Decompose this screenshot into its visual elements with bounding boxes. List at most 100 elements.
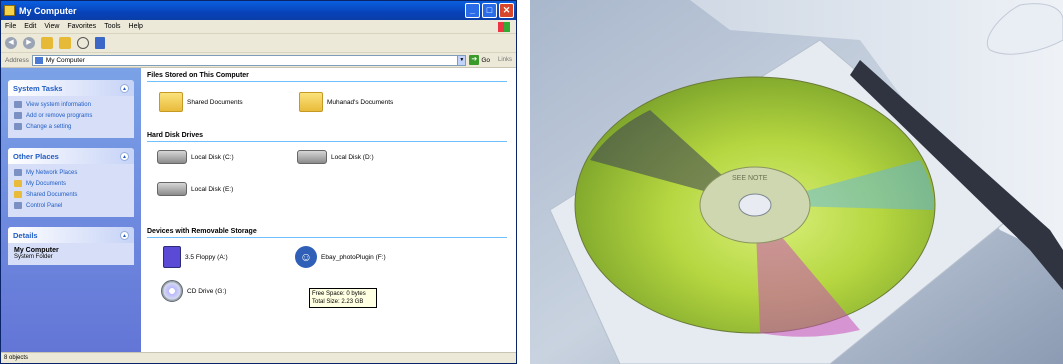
- group-header-removable: Devices with Removable Storage: [147, 228, 507, 238]
- item-label: 3.5 Floppy (A:): [185, 253, 228, 261]
- system-tasks-header[interactable]: System Tasks ▲: [8, 80, 134, 96]
- list-item[interactable]: ☺ Ebay_photoPlugin (F:): [295, 246, 386, 268]
- menu-edit[interactable]: Edit: [24, 23, 36, 30]
- place-label: Control Panel: [26, 202, 63, 209]
- back-icon[interactable]: ◀: [5, 37, 17, 49]
- toolbar: ◀ ▶: [1, 34, 516, 53]
- menu-file[interactable]: File: [5, 23, 16, 30]
- details-name: My Computer: [14, 247, 59, 254]
- group-header-hard-disks: Hard Disk Drives: [147, 132, 507, 142]
- system-tasks-title: System Tasks: [13, 83, 63, 93]
- task-add-remove-programs[interactable]: Add or remove programs: [14, 111, 128, 120]
- network-icon: [14, 169, 22, 176]
- window-title: My Computer: [19, 5, 77, 16]
- place-control-panel[interactable]: Control Panel: [14, 201, 128, 210]
- removable-group: 3.5 Floppy (A:) ☺ Ebay_photoPlugin (F:) …: [147, 244, 511, 324]
- menu-bar: File Edit View Favorites Tools Help: [1, 20, 516, 34]
- windows-logo-icon: [498, 21, 510, 32]
- collapse-icon[interactable]: ▲: [120, 83, 129, 93]
- forward-icon[interactable]: ▶: [23, 37, 35, 49]
- disc-hole: [738, 193, 772, 217]
- place-label: My Documents: [26, 180, 67, 187]
- control-panel-icon: [14, 123, 22, 130]
- list-item[interactable]: Muhanad's Documents: [299, 92, 393, 112]
- place-network[interactable]: My Network Places: [14, 168, 128, 177]
- address-input[interactable]: My Computer ▼: [31, 54, 467, 66]
- address-bar: Address My Computer ▼ ➔ Go Links: [1, 53, 516, 68]
- cd-drive-icon: [161, 280, 183, 302]
- place-label: My Network Places: [26, 169, 78, 176]
- menu-favorites[interactable]: Favorites: [67, 23, 96, 30]
- menu-tools[interactable]: Tools: [104, 23, 120, 30]
- system-tasks-box: System Tasks ▲ View system information A…: [8, 80, 134, 138]
- chevron-down-icon[interactable]: ▼: [457, 55, 466, 65]
- content-pane: Files Stored on This Computer Shared Doc…: [141, 68, 516, 352]
- cd-tray-photo: SEE NOTE: [530, 0, 1063, 364]
- place-my-documents[interactable]: My Documents: [14, 179, 128, 188]
- details-header[interactable]: Details ▲: [8, 227, 134, 243]
- go-button[interactable]: Go: [481, 57, 490, 64]
- folder-icon: [159, 92, 183, 112]
- system-info-icon: [14, 101, 22, 108]
- item-label: Shared Documents: [187, 98, 243, 106]
- details-box: Details ▲ My Computer System Folder: [8, 227, 134, 265]
- floppy-drive-icon: [163, 246, 181, 268]
- go-arrow-icon[interactable]: ➔: [469, 55, 480, 65]
- place-shared-documents[interactable]: Shared Documents: [14, 190, 128, 199]
- tooltip-free-space: Free Space: 0 bytes: [312, 291, 366, 297]
- place-label: Shared Documents: [26, 191, 78, 198]
- item-label: Muhanad's Documents: [327, 98, 394, 106]
- menu-view[interactable]: View: [44, 23, 59, 30]
- task-change-setting[interactable]: Change a setting: [14, 122, 128, 131]
- task-pane: System Tasks ▲ View system information A…: [1, 68, 141, 354]
- tooltip-total-size: Total Size: 2.23 GB: [312, 299, 364, 305]
- list-item[interactable]: CD Drive (G:): [161, 280, 226, 302]
- files-group: Shared Documents Muhanad's Documents: [147, 88, 511, 132]
- hard-disk-icon: [157, 182, 187, 196]
- task-label: Change a setting: [26, 123, 72, 130]
- list-item[interactable]: 3.5 Floppy (A:): [163, 246, 228, 268]
- folder-icon: [14, 180, 22, 187]
- explorer-window: My Computer _ □ ✕ File Edit View Favorit…: [0, 0, 517, 364]
- task-view-system-info[interactable]: View system information: [14, 100, 128, 109]
- cd-photo-illustration: SEE NOTE: [530, 0, 1063, 364]
- list-item[interactable]: Local Disk (E:): [157, 182, 233, 196]
- stage: My Computer _ □ ✕ File Edit View Favorit…: [0, 0, 1063, 364]
- drive-tooltip: Free Space: 0 bytes Total Size: 2.23 GB: [309, 288, 377, 308]
- folders-icon[interactable]: [59, 37, 71, 49]
- item-label: Local Disk (D:): [331, 153, 374, 161]
- task-label: Add or remove programs: [26, 112, 93, 119]
- task-label: View system information: [26, 101, 91, 108]
- menu-help[interactable]: Help: [129, 23, 143, 30]
- item-label: Local Disk (E:): [191, 185, 234, 193]
- other-places-header[interactable]: Other Places ▲: [8, 148, 134, 164]
- list-item[interactable]: Local Disk (D:): [297, 150, 374, 164]
- napster-drive-icon: ☺: [295, 246, 317, 268]
- collapse-icon[interactable]: ▲: [120, 151, 129, 161]
- list-item[interactable]: Shared Documents: [159, 92, 243, 112]
- search-icon[interactable]: [77, 37, 89, 49]
- list-item[interactable]: Local Disk (C:): [157, 150, 234, 164]
- links-button[interactable]: Links: [498, 57, 512, 63]
- hard-disk-icon: [297, 150, 327, 164]
- status-bar: 8 objects: [1, 352, 516, 363]
- computer-icon: [34, 56, 43, 64]
- close-button[interactable]: ✕: [499, 3, 514, 18]
- views-icon[interactable]: [95, 37, 105, 49]
- computer-icon: [4, 5, 15, 16]
- item-label: Ebay_photoPlugin (F:): [321, 253, 386, 261]
- folder-icon: [299, 92, 323, 112]
- group-header-files: Files Stored on This Computer: [147, 72, 507, 82]
- details-type: System Folder: [14, 254, 53, 260]
- disc-label: SEE NOTE: [732, 175, 768, 182]
- item-label: CD Drive (G:): [187, 287, 227, 295]
- item-label: Local Disk (C:): [191, 153, 234, 161]
- minimize-button[interactable]: _: [465, 3, 480, 18]
- maximize-button[interactable]: □: [482, 3, 497, 18]
- details-title: Details: [13, 230, 38, 240]
- up-folder-icon[interactable]: [41, 37, 53, 49]
- collapse-icon[interactable]: ▲: [120, 230, 129, 240]
- title-bar[interactable]: My Computer _ □ ✕: [1, 1, 516, 20]
- hard-disks-group: Local Disk (C:) Local Disk (D:) Local Di…: [147, 148, 511, 228]
- address-value: My Computer: [45, 56, 85, 64]
